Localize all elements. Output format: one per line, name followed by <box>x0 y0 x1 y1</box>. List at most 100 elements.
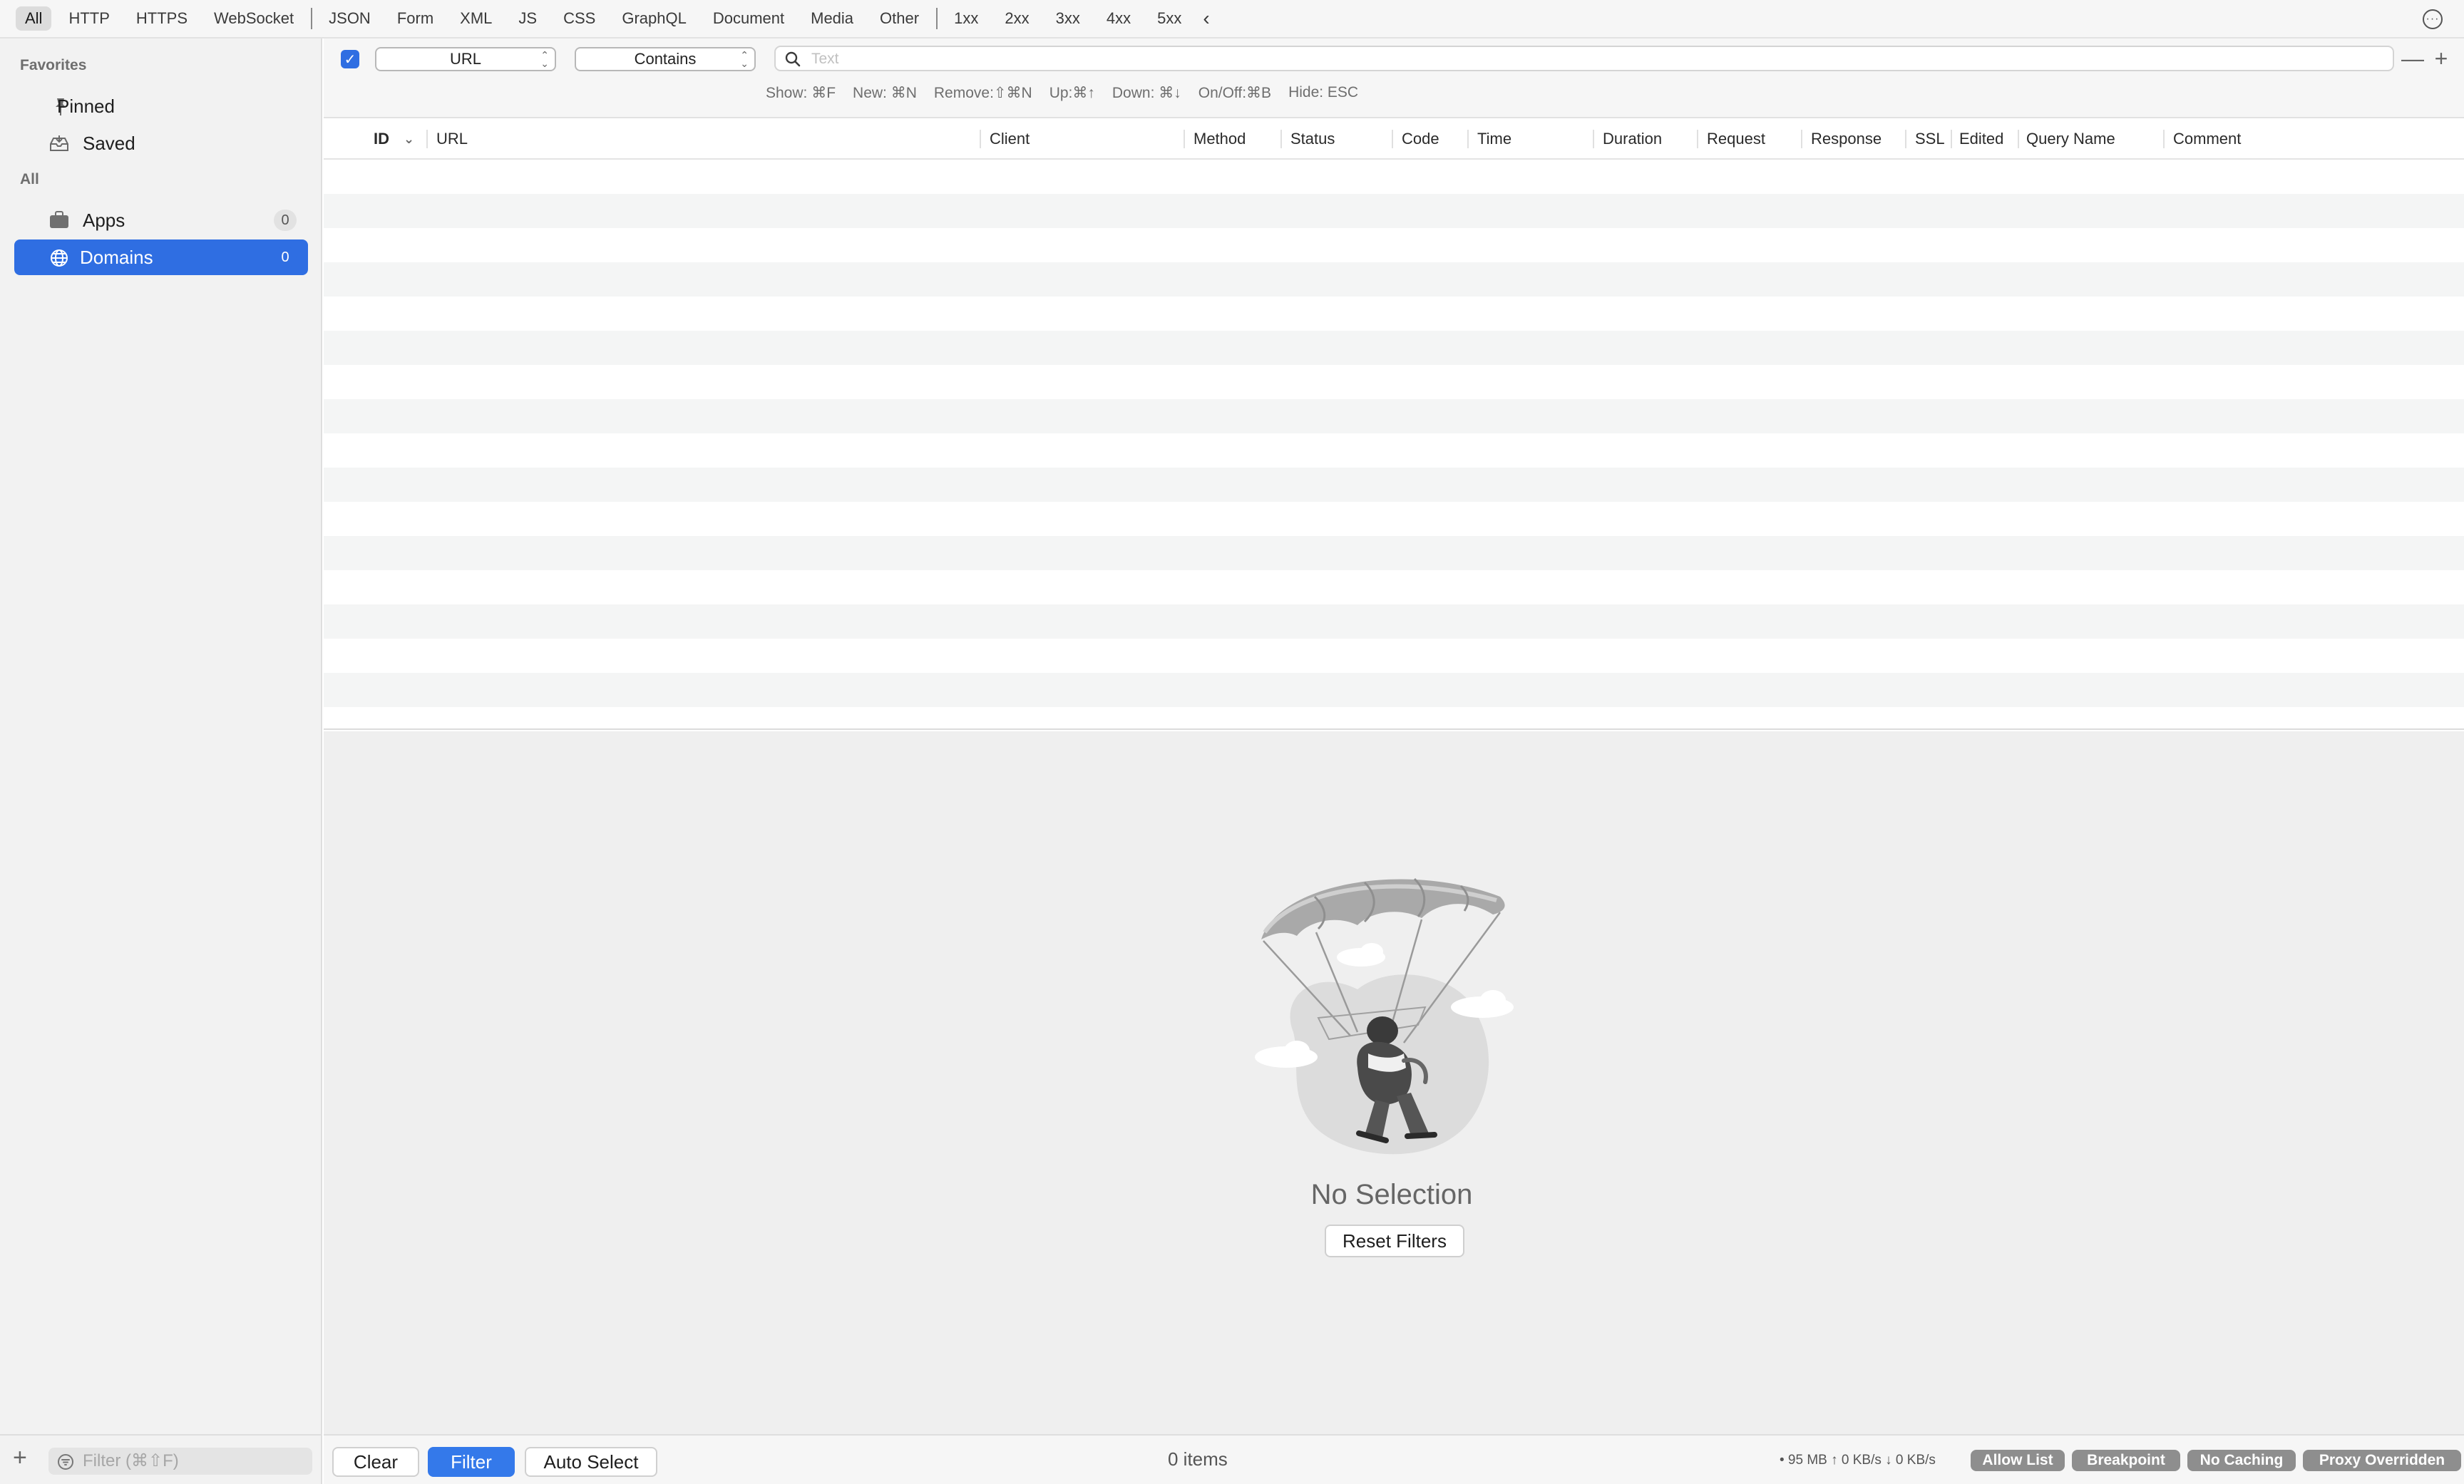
filter-tab-document[interactable]: Document <box>704 6 794 31</box>
column-divider[interactable] <box>1280 130 1282 148</box>
filter-tab-media[interactable]: Media <box>801 6 863 31</box>
empty-row <box>324 673 2464 707</box>
shortcut-hint: Hide: ESC <box>1288 84 1359 101</box>
shortcut-hint: Remove:⇧⌘N <box>933 85 1032 101</box>
field-select[interactable]: URL ⌃ ⌄ <box>375 47 556 71</box>
sidebar-filter-field[interactable] <box>48 1448 312 1475</box>
column-header-method[interactable]: Method <box>1194 118 1246 160</box>
filter-tab-https[interactable]: HTTPS <box>127 6 197 31</box>
tray-download-icon <box>48 134 70 153</box>
column-divider[interactable] <box>1593 130 1594 148</box>
filter-tab-all[interactable]: All <box>16 6 52 31</box>
column-header-status[interactable]: Status <box>1290 118 1335 160</box>
column-header-request[interactable]: Request <box>1707 118 1765 160</box>
remove-filter-button[interactable]: — <box>2398 44 2427 73</box>
clear-button[interactable]: Clear <box>332 1447 419 1477</box>
column-header-duration[interactable]: Duration <box>1603 118 1662 160</box>
select-arrows-icon: ⌃ ⌄ <box>540 49 549 69</box>
filter-tab-4xx[interactable]: 4xx <box>1097 6 1140 31</box>
empty-row <box>324 639 2464 673</box>
empty-row <box>324 365 2464 399</box>
sidebar-item-pinned[interactable]: Pinned <box>14 88 308 124</box>
sidebar-item-label: Saved <box>83 132 135 154</box>
parachute-illustration <box>1255 877 1514 1155</box>
column-divider[interactable] <box>980 130 981 148</box>
apps-count-badge: 0 <box>274 210 297 231</box>
column-divider[interactable] <box>2018 130 2019 148</box>
column-divider[interactable] <box>2163 130 2165 148</box>
operator-select[interactable]: Contains ⌃ ⌄ <box>575 47 756 71</box>
sidebar-item-saved[interactable]: Saved <box>14 125 308 161</box>
add-icon[interactable]: + <box>13 1446 27 1470</box>
column-header-response[interactable]: Response <box>1811 118 1882 160</box>
column-divider[interactable] <box>1951 130 1952 148</box>
filter-tab-2xx[interactable]: 2xx <box>995 6 1038 31</box>
proxy-overridden-badge[interactable]: Proxy Overridden <box>2303 1450 2461 1471</box>
filter-tab-3xx[interactable]: 3xx <box>1047 6 1089 31</box>
items-count: 0 items <box>1168 1448 1228 1470</box>
column-divider[interactable] <box>1467 130 1469 148</box>
search-input[interactable] <box>811 50 2380 68</box>
filter-tab-1xx[interactable]: 1xx <box>945 6 987 31</box>
network-stats: • 95 MB ↑ 0 KB/s ↓ 0 KB/s <box>1780 1453 1936 1468</box>
more-options-icon[interactable]: ··· <box>2423 9 2443 29</box>
filter-tab-xml[interactable]: XML <box>451 6 501 31</box>
sidebar-footer: + <box>0 1434 322 1484</box>
column-header-url[interactable]: URL <box>436 118 468 160</box>
breakpoint-badge[interactable]: Breakpoint <box>2072 1450 2180 1471</box>
favorites-header: Favorites <box>20 57 87 73</box>
column-header-time[interactable]: Time <box>1477 118 1511 160</box>
domains-count-badge: 0 <box>274 247 297 268</box>
request-table[interactable] <box>324 160 2464 730</box>
column-header-id[interactable]: ID ⌄ <box>374 118 414 160</box>
filter-tab-form[interactable]: Form <box>388 6 443 31</box>
reset-filters-button[interactable]: Reset Filters <box>1325 1225 1464 1257</box>
column-divider[interactable] <box>426 130 428 148</box>
shortcut-hint: Down: ⌘↓ <box>1112 85 1181 101</box>
collapse-filters-chevron-icon[interactable]: ‹ <box>1198 6 1213 31</box>
column-divider[interactable] <box>1392 130 1393 148</box>
search-box[interactable] <box>774 46 2394 71</box>
column-header-edited[interactable]: Edited <box>1959 118 2003 160</box>
filter-tab-other[interactable]: Other <box>871 6 928 31</box>
sidebar: Favorites Pinned Saved All Apps 0 Domain… <box>0 38 322 1434</box>
filter-tab-http[interactable]: HTTP <box>59 6 118 31</box>
column-header-code[interactable]: Code <box>1402 118 1439 160</box>
no-caching-badge[interactable]: No Caching <box>2187 1450 2296 1471</box>
filter-tab-graphql[interactable]: GraphQL <box>612 6 696 31</box>
sidebar-item-label: Apps <box>83 209 125 231</box>
column-header-query-name[interactable]: Query Name <box>2026 118 2115 160</box>
all-header: All <box>20 171 39 187</box>
empty-row <box>324 228 2464 262</box>
status-bar: Clear Filter Auto Select 0 items • 95 MB… <box>324 1434 2464 1484</box>
column-divider[interactable] <box>1697 130 1698 148</box>
column-label: ID <box>374 130 389 148</box>
allow-list-badge[interactable]: Allow List <box>1971 1450 2065 1471</box>
add-filter-button[interactable]: + <box>2427 44 2455 73</box>
filter-tab-5xx[interactable]: 5xx <box>1148 6 1191 31</box>
shortcut-hint: New: ⌘N <box>853 85 917 101</box>
filter-enabled-checkbox[interactable]: ✓ <box>341 50 359 68</box>
filter-tab-json[interactable]: JSON <box>319 6 380 31</box>
column-header-client[interactable]: Client <box>990 118 1030 160</box>
empty-row <box>324 399 2464 433</box>
auto-select-button[interactable]: Auto Select <box>525 1447 657 1477</box>
sidebar-filter-input[interactable] <box>83 1452 304 1470</box>
column-header-ssl[interactable]: SSL <box>1915 118 1945 160</box>
table-header: ID ⌄ URL Client Method Status Code Time … <box>324 118 2464 160</box>
column-divider[interactable] <box>1801 130 1802 148</box>
filter-tab-css[interactable]: CSS <box>554 6 605 31</box>
filter-tab-js[interactable]: JS <box>509 6 546 31</box>
filter-separator <box>936 8 938 29</box>
filter-tab-websocket[interactable]: WebSocket <box>205 6 303 31</box>
filter-separator <box>311 8 313 29</box>
sidebar-item-apps[interactable]: Apps 0 <box>14 202 308 238</box>
sidebar-item-label: Pinned <box>57 95 115 117</box>
filter-toggle-button[interactable]: Filter <box>428 1447 515 1477</box>
sort-descending-icon: ⌄ <box>404 131 415 146</box>
sidebar-item-domains[interactable]: Domains 0 <box>14 239 308 275</box>
column-header-comment[interactable]: Comment <box>2173 118 2241 160</box>
column-divider[interactable] <box>1184 130 1185 148</box>
empty-row <box>324 604 2464 639</box>
column-divider[interactable] <box>1905 130 1906 148</box>
